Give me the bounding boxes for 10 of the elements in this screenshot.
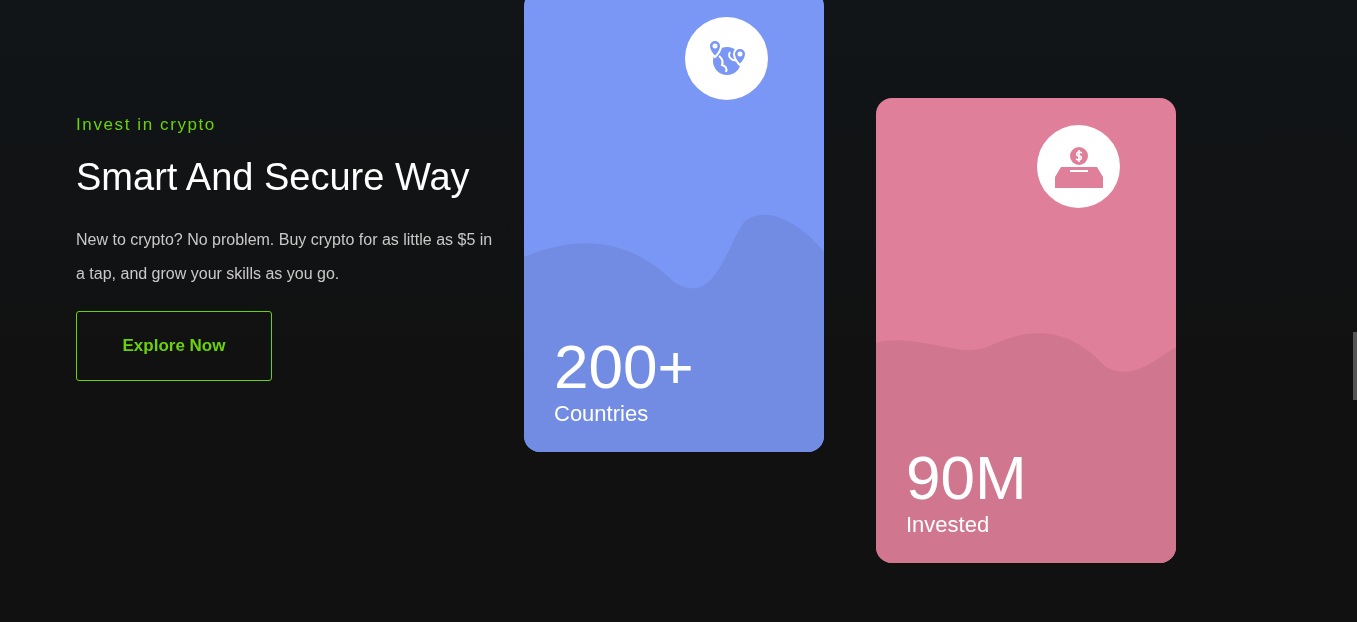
stat-label: Invested — [906, 511, 991, 539]
hero-description: New to crypto? No problem. Buy crypto for as little as $5 in a tap, and grow your skills as you go. — [76, 230, 494, 284]
explore-button[interactable]: Explore Now — [76, 311, 272, 381]
scrollbar-thumb[interactable] — [1353, 332, 1357, 400]
stat-value: 90M — [906, 445, 1028, 511]
eyebrow-text: Invest in crypto — [76, 115, 217, 135]
coin-box-icon — [1052, 144, 1105, 189]
stat-label: Countries — [554, 400, 650, 428]
hero-title: Smart And Secure Way — [76, 155, 471, 200]
stat-value: 200+ — [554, 334, 695, 400]
